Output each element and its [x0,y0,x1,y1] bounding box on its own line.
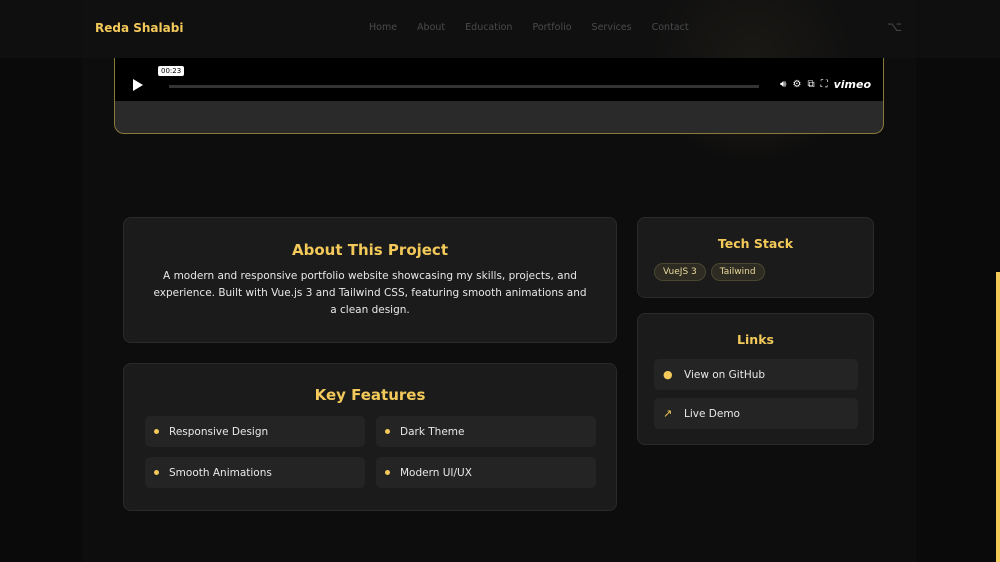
video-controls: 00:23 🔊︎ ⚙ ⧉ ⛶ vimeo [115,58,883,101]
tech-chip: VueJS 3 [654,263,706,281]
live-demo-label: Live Demo [684,407,740,420]
github-link-label: View on GitHub [684,368,766,381]
nav-contact[interactable]: Contact [652,22,689,33]
feature-item: Responsive Design [145,416,365,447]
feature-label: Responsive Design [169,425,269,438]
nav-education[interactable]: Education [465,22,512,33]
github-icon: ● [663,368,673,381]
feature-label: Smooth Animations [169,466,272,479]
vimeo-logo[interactable]: vimeo [834,78,871,91]
tech-title: Tech Stack [717,236,794,251]
bullet-icon [154,470,159,475]
features-title: Key Features [314,386,426,404]
nav-home[interactable]: Home [369,22,397,33]
about-card: About This Project A modern and responsi… [123,217,617,343]
tech-chip: Tailwind [710,263,765,281]
video-player[interactable]: 00:23 🔊︎ ⚙ ⧉ ⛶ vimeo [114,58,884,134]
about-text: A modern and responsive portfolio websit… [153,270,587,316]
progress-track[interactable] [169,85,759,88]
github-link[interactable]: ● View on GitHub [654,359,858,390]
settings-icon[interactable]: ⚙ [792,79,801,90]
github-icon[interactable]: ⌥ [887,20,902,36]
features-card: Key Features Responsive Design Dark Them… [123,363,617,511]
volume-icon[interactable]: 🔊︎ [780,79,786,90]
nav-portfolio[interactable]: Portfolio [532,22,571,33]
fullscreen-icon[interactable]: ⛶ [821,79,828,90]
bullet-icon [154,429,159,434]
about-title: About This Project [292,241,448,259]
brand-logo[interactable]: Reda Shalabi [95,21,183,35]
links-title: Links [737,332,774,347]
bullet-icon [385,470,390,475]
feature-item: Dark Theme [376,416,596,447]
scrollbar-thumb[interactable] [996,272,1000,562]
bullet-icon [385,429,390,434]
play-icon[interactable] [133,79,143,91]
feature-label: Modern UI/UX [400,466,472,479]
live-demo-link[interactable]: ↗ Live Demo [654,398,858,429]
feature-item: Smooth Animations [145,457,365,488]
time-tooltip: 00:23 [158,66,185,76]
links-card: Links ● View on GitHub ↗ Live Demo [637,313,874,445]
tech-stack-card: Tech Stack VueJS 3 Tailwind [637,217,874,298]
nav-links: Home About Education Portfolio Services … [369,22,689,33]
pip-icon[interactable]: ⧉ [807,79,814,90]
nav-about[interactable]: About [417,22,445,33]
feature-item: Modern UI/UX [376,457,596,488]
nav-services[interactable]: Services [592,22,632,33]
feature-label: Dark Theme [400,425,465,438]
external-link-icon: ↗ [663,407,673,420]
